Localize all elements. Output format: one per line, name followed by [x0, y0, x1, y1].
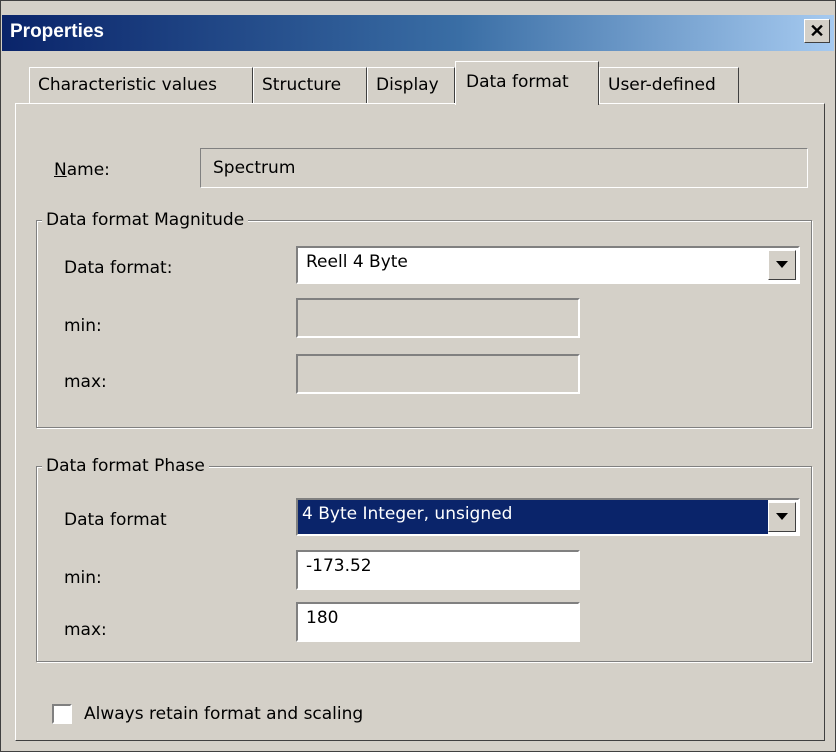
phase-max-input[interactable]: 180	[296, 602, 580, 642]
phase-dropdown-button[interactable]	[768, 502, 796, 532]
magnitude-max-label: max:	[64, 372, 107, 392]
window-title: Properties	[10, 21, 104, 42]
chevron-down-icon	[776, 261, 788, 268]
retain-format-label[interactable]: Always retain format and scaling	[84, 704, 363, 724]
tab-label: User-defined	[608, 75, 716, 95]
magnitude-legend: Data format Magnitude	[42, 210, 249, 230]
phase-min-input[interactable]: -173.52	[296, 550, 580, 590]
name-value: Spectrum	[213, 158, 296, 178]
magnitude-data-format-label: Data format:	[64, 258, 173, 278]
chevron-down-icon	[776, 513, 788, 520]
retain-format-checkbox[interactable]	[52, 704, 72, 724]
phase-data-format-label: Data format	[64, 510, 167, 530]
phase-data-format-select[interactable]: 4 Byte Integer, unsigned	[296, 498, 800, 536]
properties-dialog: Properties ✕ Characteristic values Struc…	[0, 0, 836, 752]
magnitude-min-label: min:	[64, 316, 102, 336]
tab-label: Data format	[466, 72, 569, 92]
tab-display[interactable]: Display	[367, 67, 455, 103]
magnitude-max-input[interactable]	[296, 354, 580, 394]
phase-max-label: max:	[64, 620, 107, 640]
close-icon: ✕	[809, 21, 825, 41]
magnitude-dropdown-button[interactable]	[768, 250, 796, 280]
tab-user-defined[interactable]: User-defined	[599, 67, 739, 103]
close-button[interactable]: ✕	[804, 19, 830, 43]
name-label: Name:	[54, 160, 110, 180]
magnitude-data-format-value: Reell 4 Byte	[306, 252, 408, 272]
magnitude-min-input[interactable]	[296, 298, 580, 338]
phase-min-label: min:	[64, 568, 102, 588]
phase-max-value: 180	[306, 608, 339, 628]
phase-legend: Data format Phase	[42, 456, 209, 476]
tab-data-format[interactable]: Data format	[455, 61, 599, 105]
tab-characteristic-values[interactable]: Characteristic values	[29, 67, 253, 103]
magnitude-data-format-select[interactable]: Reell 4 Byte	[296, 246, 800, 284]
tab-label: Display	[376, 75, 439, 95]
phase-min-value: -173.52	[306, 556, 372, 576]
name-field: Spectrum	[200, 148, 808, 188]
tab-panel: Name: Spectrum Data format Magnitude Dat…	[15, 103, 825, 741]
tab-structure[interactable]: Structure	[253, 67, 367, 103]
phase-data-format-value: 4 Byte Integer, unsigned	[302, 504, 513, 524]
tab-label: Characteristic values	[38, 75, 217, 95]
tab-label: Structure	[262, 75, 342, 95]
title-bar[interactable]: Properties ✕	[2, 15, 834, 51]
